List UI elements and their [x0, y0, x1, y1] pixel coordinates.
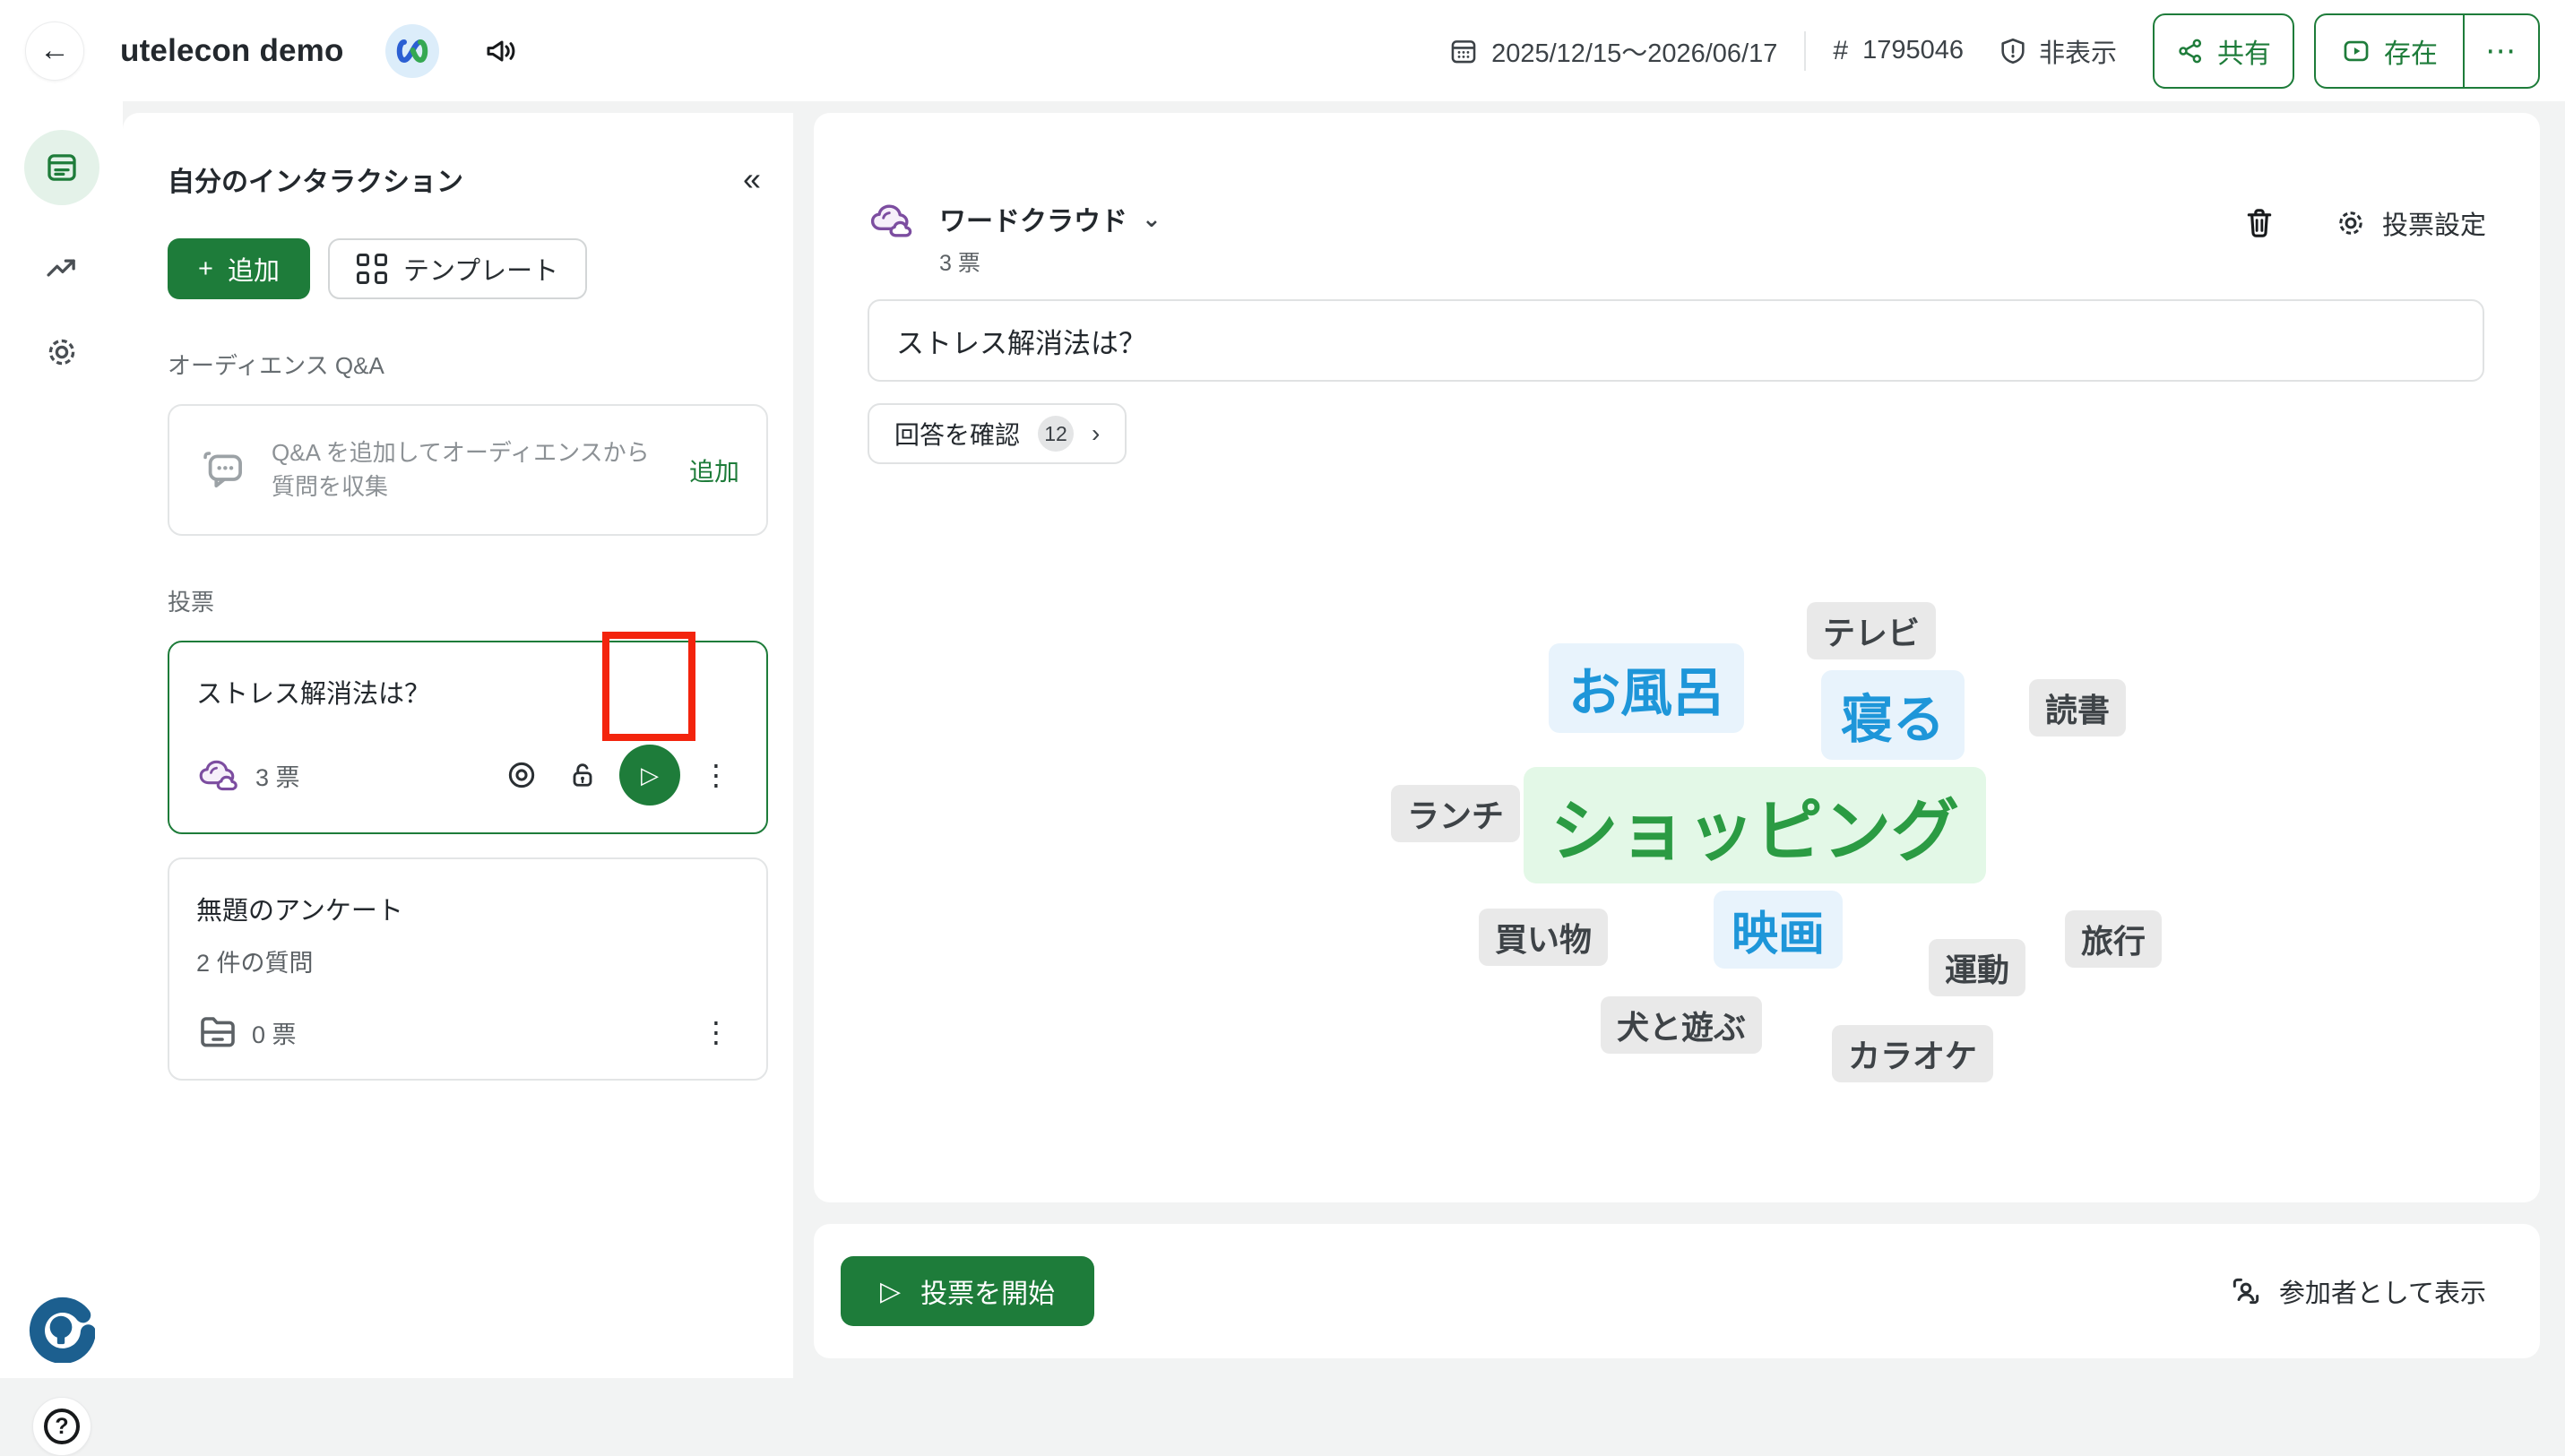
nav-settings[interactable]: [40, 331, 83, 374]
hash-icon: #: [1833, 36, 1848, 66]
help-button[interactable]: ?: [32, 1397, 91, 1456]
hidden-label: 非表示: [2039, 32, 2117, 70]
wordcloud-word: ショッピング: [1524, 767, 1986, 883]
survey-folder-icon: [196, 1012, 239, 1052]
template-button[interactable]: テンプレート: [328, 238, 587, 299]
header-divider: [1804, 31, 1806, 71]
start-poll-play-button[interactable]: ▷: [619, 745, 680, 806]
event-dates: 2025/12/15〜2026/06/17: [1448, 32, 1777, 70]
wordcloud-word: 運動: [1929, 939, 2025, 996]
wordcloud-word: 旅行: [2065, 910, 2162, 968]
top-header: ← utelecon demo 2025/12/15〜2026/06/17 # …: [0, 0, 2565, 101]
left-nav-rail: ?: [0, 101, 123, 1378]
slido-logo: [27, 1295, 95, 1363]
qa-empty-card[interactable]: Q&A を追加してオーディエンスから質問を収集 追加: [168, 404, 768, 536]
date-range-text: 2025/12/15〜2026/06/17: [1491, 32, 1777, 70]
share-button[interactable]: 共有: [2153, 13, 2294, 89]
webex-logo-icon: [394, 38, 430, 65]
wordcloud-word: お風呂: [1549, 643, 1744, 733]
sidebar-title: 自分のインタラクション: [168, 159, 463, 199]
page-title: utelecon demo: [120, 33, 344, 69]
back-arrow-icon: ←: [39, 33, 70, 68]
kebab-icon: ⋮: [702, 1016, 730, 1048]
play-outline-icon: ▷: [880, 1276, 901, 1307]
play-icon: ▷: [641, 762, 659, 789]
start-poll-button[interactable]: ▷ 投票を開始: [841, 1256, 1094, 1326]
visibility-icon: [505, 758, 539, 792]
interactions-sidebar: 自分のインタラクション « + 追加 テンプレート オーディエンス Q&A Q&…: [123, 113, 793, 1378]
qa-section-label: オーディエンス Q&A: [168, 348, 768, 381]
wordcloud-word: 寝る: [1821, 670, 1965, 760]
question-mark-icon: ?: [44, 1409, 80, 1444]
add-interaction-button[interactable]: + 追加: [168, 238, 310, 299]
chevrons-left-icon: «: [743, 160, 761, 197]
poll-card-wordcloud[interactable]: ストレス解消法は？ 3 票: [168, 641, 768, 834]
hidden-status-toggle[interactable]: 非表示: [1998, 32, 2117, 70]
lock-toggle-button[interactable]: [558, 751, 607, 799]
chat-bubbles-icon: [196, 445, 248, 495]
wordcloud-canvas: テレビお風呂寝る 読書ランチショッピング買い物 映画運動旅行犬と遊ぶカラオケ: [814, 113, 2540, 1202]
share-label: 共有: [2217, 31, 2271, 71]
shield-alert-icon: [1998, 36, 2028, 66]
announcement-button[interactable]: [480, 30, 523, 73]
nav-interactions-active[interactable]: [24, 130, 99, 205]
poll-votes: 0 票: [252, 1015, 297, 1050]
wordcloud-word: ランチ: [1391, 785, 1520, 842]
wordcloud-word: 買い物: [1479, 909, 1608, 966]
more-options-button[interactable]: ⋯: [2465, 15, 2538, 87]
nav-analytics[interactable]: [40, 246, 83, 289]
view-as-participant-label: 参加者として表示: [2279, 1272, 2486, 1310]
poll-subtitle: 2 件の質問: [196, 943, 739, 978]
collapse-sidebar-button[interactable]: «: [736, 160, 768, 198]
share-icon: [2176, 37, 2205, 65]
wordcloud-icon: [196, 755, 243, 795]
participant-view-icon: [2229, 1274, 2263, 1308]
kebab-icon: ⋮: [702, 759, 730, 791]
trend-up-icon: [43, 249, 81, 287]
poll-action-bar: ▷ 投票を開始 参加者として表示: [814, 1224, 2540, 1358]
ellipsis-icon: ⋯: [2485, 33, 2518, 69]
wordcloud-word: カラオケ: [1832, 1025, 1993, 1082]
presence-label: 存在: [2384, 31, 2438, 71]
megaphone-icon: [484, 36, 520, 66]
visibility-toggle-button[interactable]: [497, 751, 546, 799]
polls-section-label: 投票: [168, 584, 768, 617]
event-code-group: # 1795046: [1833, 36, 1964, 66]
poll-votes: 3 票: [255, 758, 300, 793]
webex-logo-badge: [385, 24, 439, 78]
back-button[interactable]: ←: [25, 22, 84, 81]
wordcloud-word: 犬と遊ぶ: [1601, 996, 1762, 1054]
wordcloud-word: 映画: [1714, 891, 1843, 969]
plus-icon: +: [198, 254, 213, 284]
calendar-icon: [1448, 36, 1479, 66]
poll-title: ストレス解消法は？: [196, 673, 739, 711]
wordcloud-word: 読書: [2029, 679, 2126, 737]
template-button-label: テンプレート: [403, 250, 558, 288]
add-button-label: 追加: [228, 250, 280, 288]
gear-icon: [43, 333, 81, 371]
present-play-icon: [2341, 36, 2371, 66]
poll-card-survey[interactable]: 無題のアンケート 2 件の質問 0 票 ⋮: [168, 857, 768, 1081]
poll-detail-panel: ワードクラウド ⌄ 3 票 投票設定: [814, 113, 2540, 1202]
poll-title: 無題のアンケート: [196, 890, 739, 927]
lock-open-icon: [566, 759, 599, 791]
poll-menu-button[interactable]: ⋮: [693, 1015, 739, 1049]
qa-add-link[interactable]: 追加: [689, 452, 739, 488]
view-as-participant-button[interactable]: 参加者として表示: [2229, 1272, 2486, 1310]
interactions-doc-icon: [43, 149, 81, 186]
template-grid-icon: [357, 254, 387, 284]
qa-prompt-text: Q&A を追加してオーディエンスから質問を収集: [272, 436, 666, 504]
event-code-text: 1795046: [1862, 36, 1964, 65]
wordcloud-word: テレビ: [1807, 602, 1936, 659]
presence-button[interactable]: 存在: [2316, 15, 2463, 87]
start-poll-label: 投票を開始: [920, 1271, 1055, 1311]
presence-split-button: 存在 ⋯: [2314, 13, 2540, 89]
poll-menu-button[interactable]: ⋮: [693, 758, 739, 792]
